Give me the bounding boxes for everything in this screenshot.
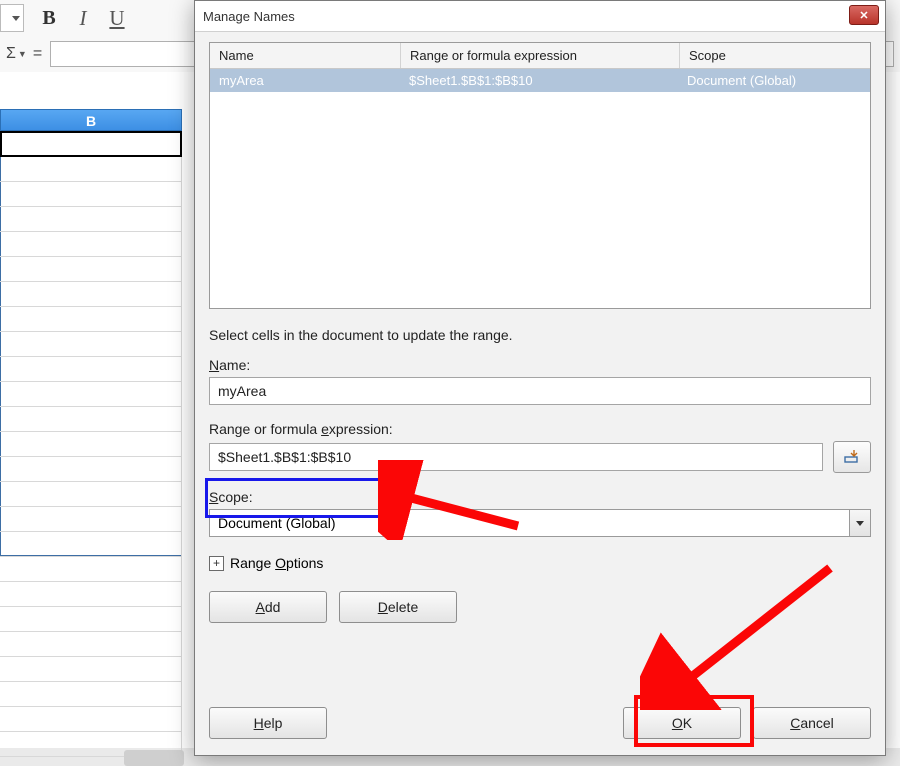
chevron-down-icon: [849, 510, 870, 536]
ok-button[interactable]: OK: [623, 707, 741, 739]
help-button[interactable]: Help: [209, 707, 327, 739]
range-label: Range or formula expression:: [209, 421, 871, 437]
name-label: Name:: [209, 357, 871, 373]
add-button[interactable]: Add: [209, 591, 327, 623]
sum-icon[interactable]: Σ: [6, 45, 16, 63]
dialog-title: Manage Names: [203, 9, 295, 24]
equals-icon[interactable]: =: [33, 45, 42, 63]
header-scope[interactable]: Scope: [680, 43, 870, 68]
cancel-button[interactable]: Cancel: [753, 707, 871, 739]
range-options-expander[interactable]: + Range Options: [209, 555, 871, 571]
active-cell[interactable]: [0, 131, 182, 157]
plus-icon: +: [209, 556, 224, 571]
names-list[interactable]: Name Range or formula expression Scope m…: [209, 42, 871, 309]
close-button[interactable]: ✕: [849, 5, 879, 25]
font-name-dropdown[interactable]: [0, 4, 24, 32]
bold-button[interactable]: B: [35, 4, 63, 32]
scope-select[interactable]: Document (Global): [209, 509, 871, 537]
column-header-b[interactable]: B: [0, 109, 182, 131]
sum-dropdown-icon[interactable]: ▼: [18, 49, 27, 59]
italic-button[interactable]: I: [69, 4, 97, 32]
list-row[interactable]: myArea $Sheet1.$B$1:$B$10 Document (Glob…: [210, 69, 870, 92]
range-input[interactable]: [209, 443, 823, 471]
shrink-icon: [844, 450, 860, 464]
row-name: myArea: [210, 69, 400, 92]
scope-value: Document (Global): [218, 515, 336, 531]
dialog-titlebar[interactable]: Manage Names ✕: [195, 1, 885, 32]
header-name[interactable]: Name: [210, 43, 401, 68]
manage-names-dialog: Manage Names ✕ Name Range or formula exp…: [194, 0, 886, 756]
hint-text: Select cells in the document to update t…: [209, 327, 871, 343]
shrink-dialog-button[interactable]: [833, 441, 871, 473]
scope-label: Scope:: [209, 489, 871, 505]
horizontal-scrollbar-thumb[interactable]: [124, 750, 184, 766]
name-input[interactable]: [209, 377, 871, 405]
row-range: $Sheet1.$B$1:$B$10: [400, 69, 678, 92]
underline-button[interactable]: U: [103, 4, 131, 32]
list-header: Name Range or formula expression Scope: [210, 43, 870, 69]
delete-button[interactable]: Delete: [339, 591, 457, 623]
header-range[interactable]: Range or formula expression: [401, 43, 680, 68]
row-scope: Document (Global): [678, 69, 870, 92]
